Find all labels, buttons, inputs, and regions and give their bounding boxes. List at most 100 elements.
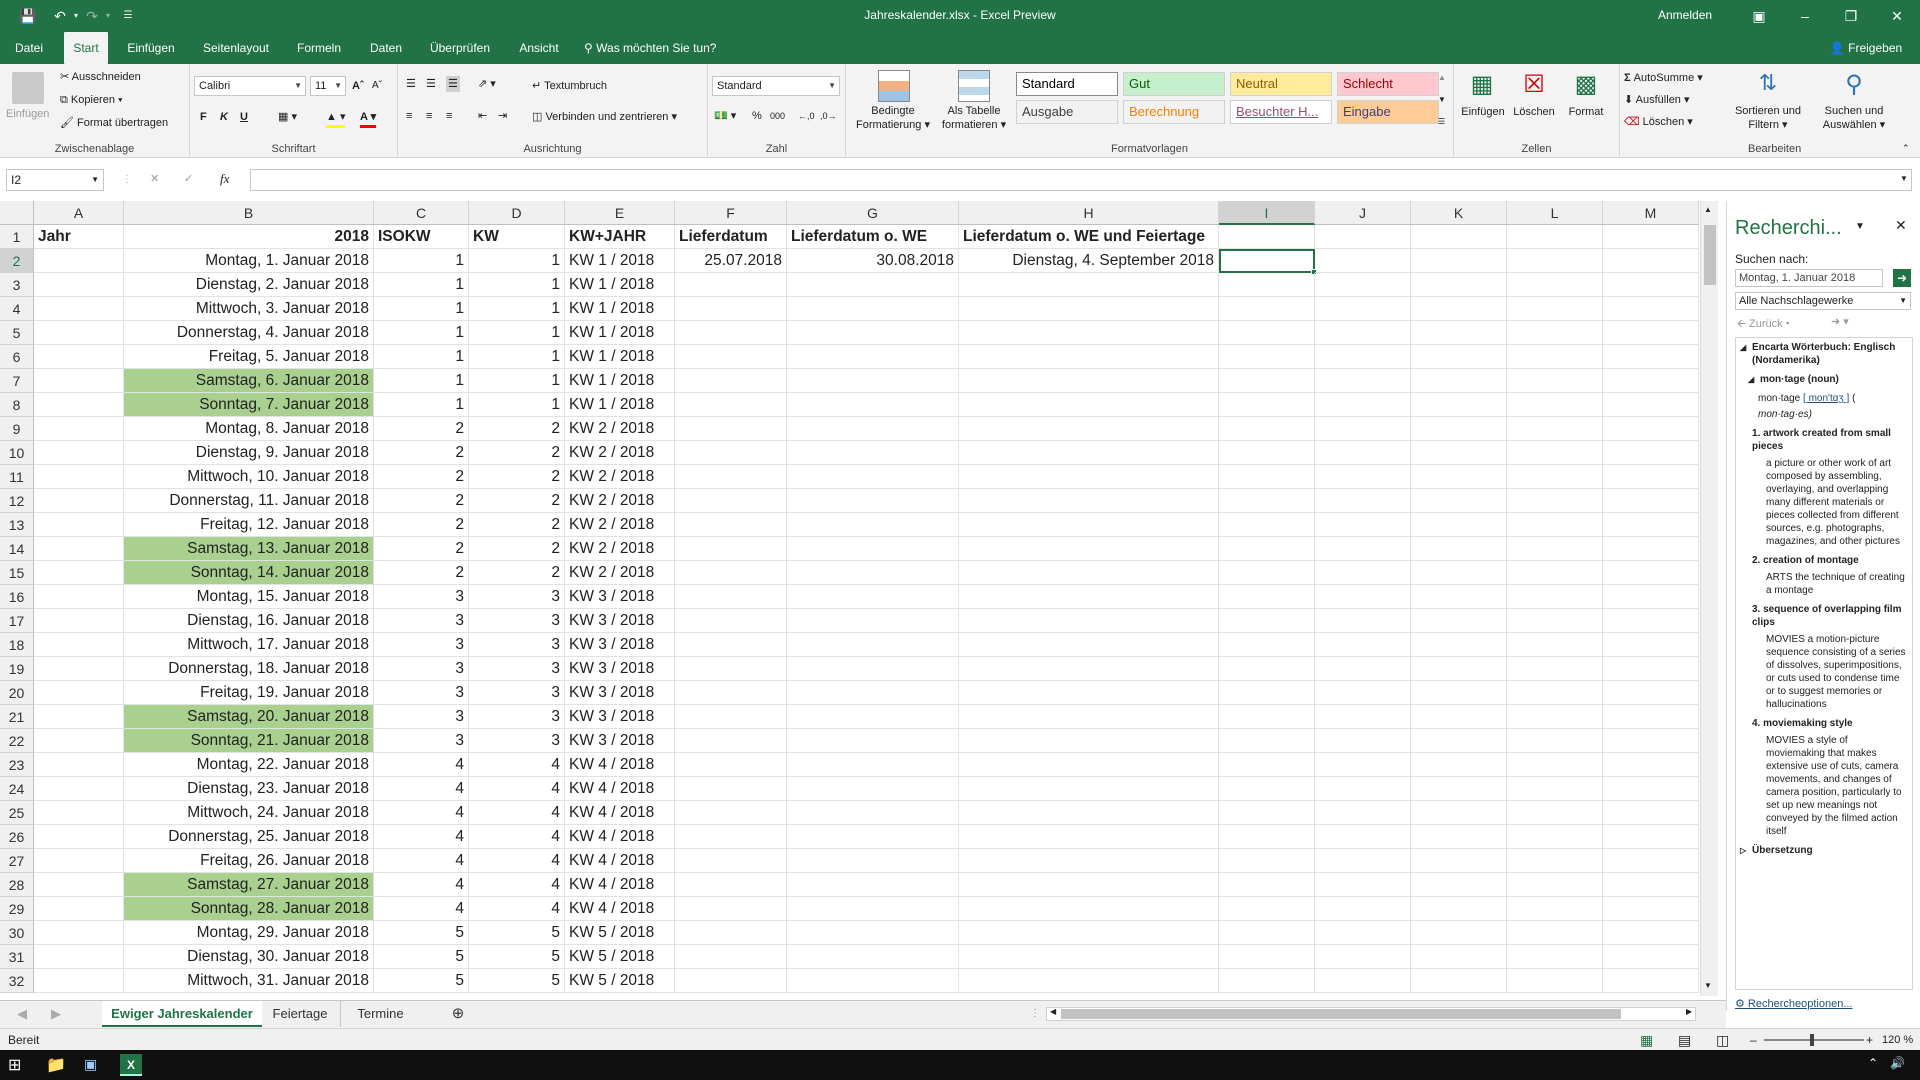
cell[interactable] <box>1219 465 1315 489</box>
cell[interactable] <box>1603 729 1699 753</box>
grow-font-icon[interactable]: Aˆ <box>352 78 364 94</box>
cell[interactable] <box>1219 609 1315 633</box>
select-all-corner[interactable] <box>0 201 34 225</box>
cell-jahr[interactable] <box>34 681 124 705</box>
date-cell[interactable]: Mittwoch, 31. Januar 2018 <box>124 969 374 993</box>
isokw-cell[interactable]: 3 <box>374 729 469 753</box>
cell[interactable] <box>1507 345 1603 369</box>
cell[interactable] <box>1411 321 1507 345</box>
research-source-dropdown[interactable]: Alle Nachschlagewerke ▼ <box>1735 292 1911 310</box>
cell[interactable] <box>1315 657 1411 681</box>
cell[interactable] <box>1315 705 1411 729</box>
pane-options-icon[interactable]: ▼ <box>1855 221 1865 232</box>
cell[interactable] <box>1219 705 1315 729</box>
cell[interactable] <box>1219 897 1315 921</box>
cell[interactable] <box>1603 681 1699 705</box>
date-cell[interactable]: Freitag, 26. Januar 2018 <box>124 849 374 873</box>
cell[interactable] <box>787 897 959 921</box>
cell[interactable] <box>1603 249 1699 273</box>
cell[interactable] <box>787 321 959 345</box>
research-options-link[interactable]: ⚙ Rechercheoptionen... <box>1735 997 1853 1010</box>
isokw-cell[interactable]: 3 <box>374 681 469 705</box>
isokw-cell[interactable]: 4 <box>374 777 469 801</box>
cell[interactable] <box>1507 945 1603 969</box>
align-middle-icon[interactable]: ☰ <box>426 76 436 92</box>
cell-jahr[interactable] <box>34 705 124 729</box>
cell[interactable] <box>1411 825 1507 849</box>
cell[interactable] <box>1507 297 1603 321</box>
row-header-9[interactable]: 9 <box>0 417 34 441</box>
row-header-7[interactable]: 7 <box>0 369 34 393</box>
cell[interactable] <box>959 633 1219 657</box>
research-back-button[interactable]: 🡨 Zurück ▾ <box>1737 315 1790 334</box>
cell[interactable] <box>675 705 787 729</box>
cell[interactable] <box>1411 441 1507 465</box>
date-cell[interactable]: Samstag, 6. Januar 2018 <box>124 369 374 393</box>
row-header-27[interactable]: 27 <box>0 849 34 873</box>
kw-cell[interactable]: 2 <box>469 561 565 585</box>
kw-cell[interactable]: 4 <box>469 897 565 921</box>
cell[interactable] <box>1315 753 1411 777</box>
cell[interactable] <box>787 705 959 729</box>
cell[interactable] <box>1507 321 1603 345</box>
zoom-out-icon[interactable]: – <box>1750 1029 1757 1051</box>
cell[interactable] <box>1219 537 1315 561</box>
cell[interactable] <box>1507 705 1603 729</box>
cell[interactable] <box>1315 633 1411 657</box>
wrap-text-button[interactable]: ↵ Textumbruch <box>532 78 607 94</box>
horizontal-scrollbar[interactable] <box>1046 1007 1696 1021</box>
cell[interactable] <box>1603 537 1699 561</box>
cell[interactable] <box>1411 489 1507 513</box>
sort-filter-icon[interactable]: ⇅ <box>1752 70 1784 102</box>
align-bottom-icon[interactable]: ☰ <box>446 76 460 92</box>
header-jahr[interactable]: Jahr <box>34 225 124 249</box>
format-painter-button[interactable]: 🖌 Format übertragen <box>60 115 168 131</box>
decrease-indent-icon[interactable]: ⇤ <box>478 108 487 124</box>
minimize-icon[interactable]: – <box>1782 0 1828 32</box>
kw-jahr-cell[interactable]: KW 2 / 2018 <box>565 489 675 513</box>
cell[interactable] <box>1315 681 1411 705</box>
prev-sheet-icon[interactable]: ◀ <box>14 1001 30 1027</box>
cell[interactable] <box>1603 417 1699 441</box>
isokw-cell[interactable]: 2 <box>374 513 469 537</box>
cell-jahr[interactable] <box>34 369 124 393</box>
cell[interactable] <box>1603 777 1699 801</box>
normal-view-icon[interactable]: ▦ <box>1640 1029 1653 1051</box>
cell[interactable] <box>959 369 1219 393</box>
kw-cell[interactable]: 4 <box>469 777 565 801</box>
kw-cell[interactable]: 1 <box>469 393 565 417</box>
cell[interactable] <box>1603 609 1699 633</box>
date-cell[interactable]: Donnerstag, 4. Januar 2018 <box>124 321 374 345</box>
cell[interactable] <box>1219 561 1315 585</box>
cell[interactable] <box>675 417 787 441</box>
kw-jahr-cell[interactable]: KW 4 / 2018 <box>565 873 675 897</box>
cell[interactable] <box>675 489 787 513</box>
date-cell[interactable]: Montag, 1. Januar 2018 <box>124 249 374 273</box>
row-header-18[interactable]: 18 <box>0 633 34 657</box>
kw-cell[interactable]: 2 <box>469 513 565 537</box>
file-explorer-icon[interactable]: 📁 <box>46 1055 66 1075</box>
merge-center-button[interactable]: ◫ Verbinden und zentrieren ▾ <box>532 109 677 125</box>
kw-cell[interactable]: 3 <box>469 633 565 657</box>
cell[interactable] <box>959 945 1219 969</box>
cell[interactable] <box>1411 897 1507 921</box>
kw-jahr-cell[interactable]: KW 4 / 2018 <box>565 801 675 825</box>
cell-jahr[interactable] <box>34 897 124 921</box>
cell-jahr[interactable] <box>34 801 124 825</box>
cell-jahr[interactable] <box>34 921 124 945</box>
row-header-2[interactable]: 2 <box>0 249 34 273</box>
row-header-10[interactable]: 10 <box>0 441 34 465</box>
cell[interactable] <box>1219 969 1315 993</box>
signin-link[interactable]: Anmelden <box>1658 8 1712 22</box>
next-sheet-icon[interactable]: ▶ <box>48 1001 64 1027</box>
date-cell[interactable]: Dienstag, 9. Januar 2018 <box>124 441 374 465</box>
decrease-decimal-icon[interactable]: ,0→ <box>820 108 837 124</box>
cell[interactable] <box>1603 369 1699 393</box>
cell[interactable] <box>675 729 787 753</box>
thousands-button[interactable]: 000 <box>770 108 785 124</box>
cell-jahr[interactable] <box>34 969 124 993</box>
lieferdatum-o-we-cell[interactable]: 30.08.2018 <box>787 249 959 273</box>
increase-indent-icon[interactable]: ⇥ <box>498 108 507 124</box>
cell[interactable] <box>1603 897 1699 921</box>
paste-icon[interactable] <box>12 72 44 104</box>
